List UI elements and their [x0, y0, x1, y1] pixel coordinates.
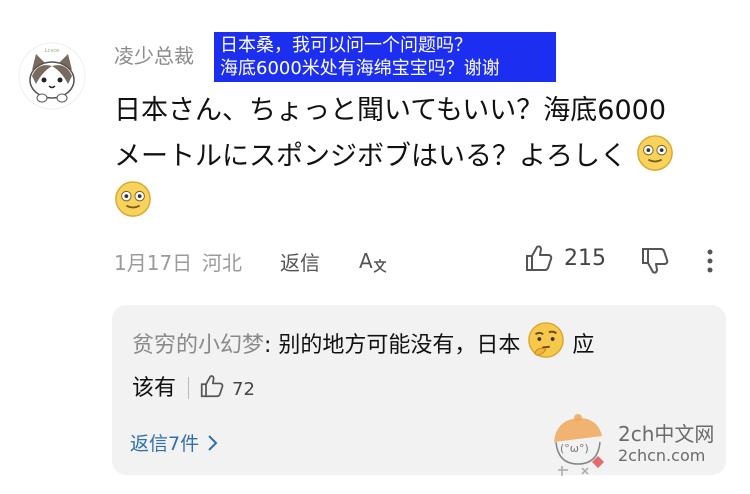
reply-text-part-2: 应: [572, 333, 595, 358]
reply-like-count: 72: [232, 379, 255, 400]
comment-line-2: メートルにスポンジボブはいる？よろしく: [114, 141, 627, 172]
reply-text: 贫穷的小幻梦: 别的地方可能没有，日本 应 该有 72: [132, 321, 712, 411]
divider: [188, 377, 190, 399]
comment-line-3: [114, 180, 734, 226]
user-avatar[interactable]: Lcvce: [18, 42, 86, 110]
translation-line-1: 日本桑，我可以问一个问题吗？: [220, 35, 472, 56]
like-count: 215: [564, 245, 606, 271]
reply-text-line-2: 该有: [132, 376, 177, 401]
thumbs-up-icon: [526, 245, 553, 271]
reply-text-part-1: : 别的地方可能没有，日本: [264, 333, 521, 358]
translate-icon[interactable]: A: [358, 248, 388, 274]
thumbs-down-icon[interactable]: [640, 247, 670, 275]
smile-emoji-icon: [636, 135, 673, 171]
comment-location: 河北: [202, 251, 242, 275]
username[interactable]: 凌少总裁: [114, 40, 194, 69]
cat-avatar-icon: Lcvce: [18, 42, 86, 110]
chevron-right-icon: [208, 434, 218, 451]
site-watermark: (°ω°) 2ch中文网 2chcn.com: [548, 412, 748, 482]
comment-date: 1月17日: [114, 251, 193, 275]
svg-text:A: A: [359, 249, 373, 273]
like-button[interactable]: 215: [524, 244, 606, 272]
reply-line-1: 贫穷的小幻梦: 别的地方可能没有，日本 应: [132, 321, 712, 367]
translation-banner: 日本桑，我可以问一个问题吗？ 海底6000米处有海绵宝宝吗？谢谢: [214, 32, 556, 82]
svg-text:(°ω°): (°ω°): [560, 442, 589, 455]
watermark-line-1: 2ch中文网: [618, 422, 715, 446]
thumbs-up-icon[interactable]: [199, 374, 225, 398]
reply-line-2: 该有 72: [132, 367, 712, 411]
view-replies-link[interactable]: 返信7件: [130, 429, 219, 456]
smile-emoji-icon: [115, 181, 151, 217]
reply-button[interactable]: 返信: [280, 247, 320, 276]
comment-line-2-wrap: メートルにスポンジボブはいる？よろしく: [114, 134, 734, 180]
reply-author[interactable]: 贫穷的小幻梦: [132, 333, 264, 358]
thinking-emoji-icon: [528, 322, 565, 358]
watermark-line-2: 2chcn.com: [618, 446, 706, 465]
comment-text: 日本さん、ちょっと聞いてもいい？海底6000 メートルにスポンジボブはいる？よろ…: [114, 88, 734, 226]
watermark-mascot-icon: (°ω°): [554, 414, 604, 476]
view-replies-label: 返信7件: [130, 433, 200, 455]
translation-line-2: 海底6000米处有海绵宝宝吗？谢谢: [220, 58, 500, 79]
more-icon[interactable]: [704, 248, 716, 276]
avatar-caption: Lcvce: [45, 48, 59, 54]
comment-line-1: 日本さん、ちょっと聞いてもいい？海底6000: [114, 95, 667, 126]
